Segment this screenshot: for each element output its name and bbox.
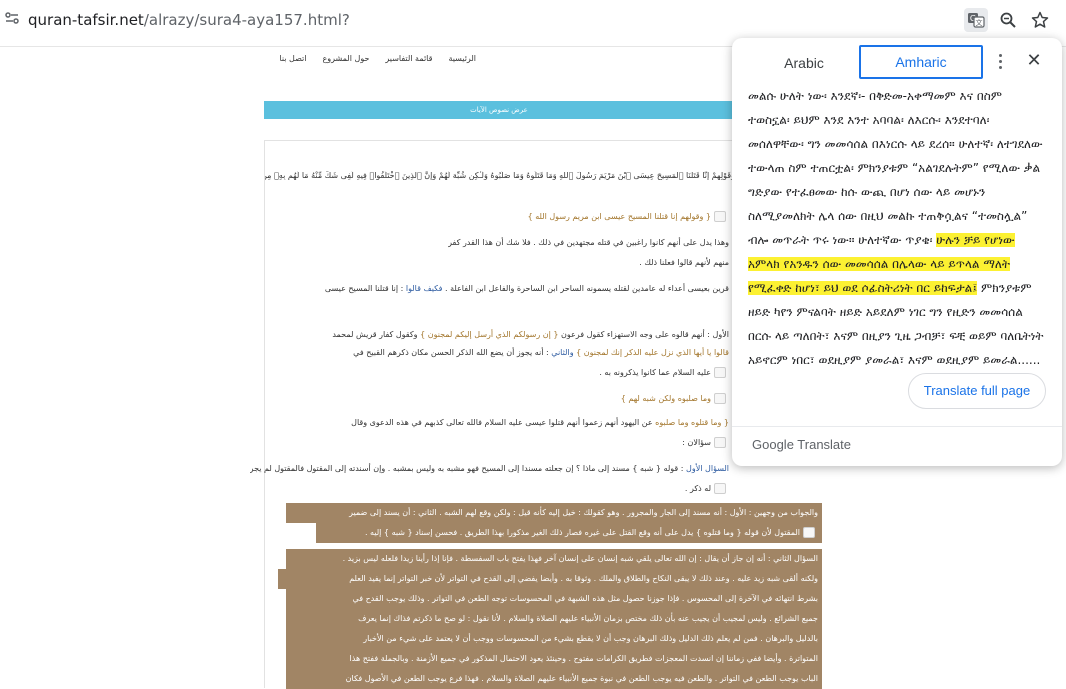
tafsir-paragraph: وما صلبوه ولكن شبه لهم } [621, 391, 729, 407]
copy-icon[interactable] [714, 367, 726, 378]
selected-text-line: السؤال الثاني : أنه إن جاز أن يقال : إن … [286, 549, 822, 569]
tafsir-paragraph: { وقولهم إنا قتلنا المسيح عيسى ابن مريم … [528, 209, 729, 225]
tafsir-paragraph: سؤالان : [682, 435, 729, 451]
tafsir-paragraph: قالوا يا أيها الذي نزل عليه الذكر إنك لم… [353, 348, 729, 357]
site-info-icon[interactable] [2, 10, 22, 30]
selected-text-line: بشرط انتهائه في الآخرة إلى المحسوس . فإذ… [286, 589, 822, 609]
translate-icon[interactable]: G文 [964, 8, 988, 32]
selected-text-line: جميع الشرائع . وليس لمجيب أن يجيب عنه بأ… [286, 609, 822, 629]
nav-about[interactable]: حول المشروع [322, 52, 369, 65]
translate-full-page-button[interactable]: Translate full page [908, 373, 1046, 409]
nav-home[interactable]: الرئيسية [448, 52, 476, 65]
selected-text-line: بالدليل والبرهان . فمن لم يعلم ذلك الدلي… [286, 629, 822, 649]
address-bar[interactable]: quran-tafsir.net/alrazy/sura4-aya157.htm… [28, 10, 350, 30]
more-options-icon[interactable] [992, 50, 1008, 72]
tafsir-paragraph: { وما قتلوه وما صلبوه عن اليهود أنهم زعم… [351, 418, 729, 427]
verse-text: وَقَوْلِهِمْ إِنَّا قَتَلْنَا ٱلْمَسِيحَ… [265, 171, 735, 180]
tafsir-paragraph: وهذا يدل على أنهم كانوا راغبين في قتله م… [448, 238, 729, 247]
selected-text-line: ولكنه ألقى شبه زيد عليه . وعند ذلك لا يب… [278, 569, 822, 589]
selected-text-line: المتواترة . وأيضا ففي زماننا إن انسدت ال… [286, 649, 822, 669]
tab-amharic[interactable]: Amharic [859, 45, 983, 79]
popup-divider [732, 426, 1062, 427]
tafsir-paragraph: السؤال الأول : قوله { شبه } مسند إلى ماذ… [249, 464, 729, 473]
translation-before: መልሱ ሁለት ነው፡ እንደኛ፡- በቅድመ-አቀማመም እና በስም ተወስ… [748, 89, 1043, 247]
tab-arabic[interactable]: Arabic [746, 48, 862, 78]
nav-tafsir-list[interactable]: قائمة التفاسير [385, 52, 432, 65]
tafsir-paragraph: عليه السلام عما كانوا يذكرونه به . [599, 365, 729, 381]
site-nav: الرئيسية قائمة التفاسير حول المشروع اتصل… [276, 52, 476, 65]
url-path: /alrazy/sura4-aya157.html? [143, 11, 350, 29]
browser-toolbar: quran-tafsir.net/alrazy/sura4-aya157.htm… [0, 0, 1066, 40]
selected-text-line: المقتول لأن قوله { وما قتلوه } يدل على أ… [316, 523, 822, 543]
zoom-icon[interactable] [996, 8, 1020, 32]
translate-popup: Arabic Amharic ✕ መልሱ ሁለት ነው፡ እንደኛ፡- በቅድመ… [732, 38, 1062, 466]
translation-text: መልሱ ሁለት ነው፡ እንደኛ፡- በቅድመ-አቀማመም እና በስም ተወስ… [748, 84, 1046, 372]
copy-icon[interactable] [714, 437, 726, 448]
selected-text-line: والجواب من وجهين : الأول : أنه مسند إلى … [286, 503, 822, 523]
svg-text:文: 文 [976, 18, 983, 27]
selected-text-line: الباب يوجب الطعن في التواتر . والطعن فيه… [286, 669, 822, 689]
tafsir-paragraph: له ذكر . [685, 481, 729, 497]
close-icon[interactable]: ✕ [1024, 51, 1044, 71]
copy-icon[interactable] [803, 527, 815, 538]
tafsir-paragraph: قرين بعيسى أعداء له عامدين لقتله يسمونه … [324, 284, 729, 293]
copy-icon[interactable] [714, 211, 726, 222]
tafsir-paragraph: الأول : أنهم قالوه على وجه الاستهزاء كقو… [332, 330, 729, 339]
bookmark-star-icon[interactable] [1028, 8, 1052, 32]
google-translate-footer: Google Translate [752, 437, 852, 452]
url-host: quran-tafsir.net [28, 11, 144, 29]
copy-icon[interactable] [714, 483, 726, 494]
nav-contact[interactable]: اتصل بنا [279, 52, 306, 65]
show-verses-button[interactable]: عرض نصوص الآيات [264, 101, 734, 119]
tafsir-paragraph: منهم لأنهم قالوا فعلنا ذلك . [639, 258, 729, 267]
copy-icon[interactable] [714, 393, 726, 404]
